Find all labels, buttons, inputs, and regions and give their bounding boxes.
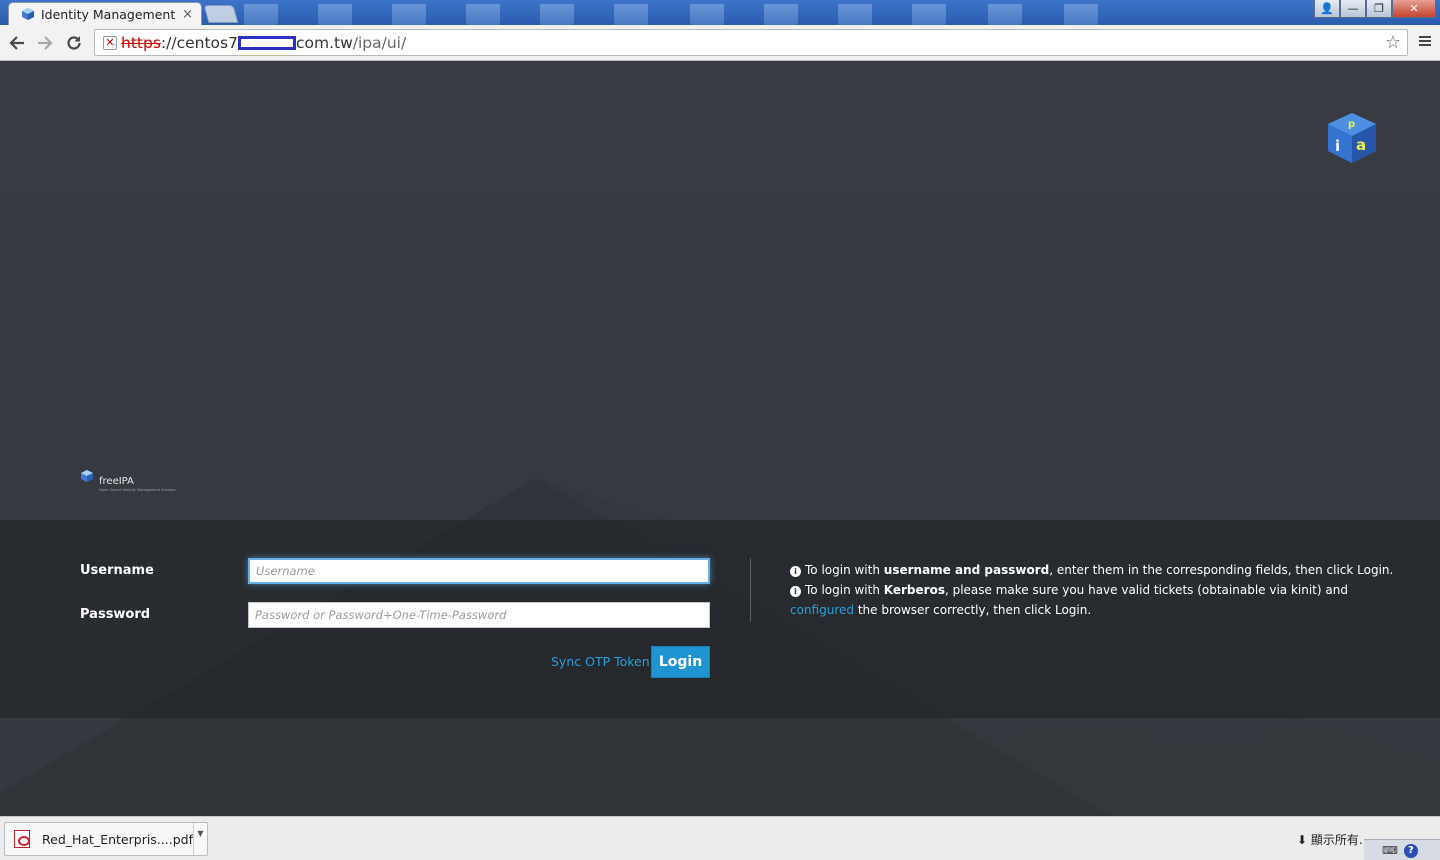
show-all-label: 顯示所有... <box>1310 833 1371 847</box>
help-bold: Kerberos <box>883 583 945 597</box>
back-arrow-icon[interactable] <box>5 31 29 55</box>
window-controls: 👤 — ❐ ✕ <box>1314 0 1436 18</box>
download-arrow-icon: ⬇ <box>1297 833 1308 847</box>
minimize-icon[interactable]: — <box>1340 0 1366 18</box>
address-bar[interactable]: ✕ https://centos7 com.tw/ipa/ui/ ☆ <box>94 29 1408 56</box>
help-line-kerberos: i To login with Kerberos, please make sur… <box>790 580 1400 620</box>
svg-text:a: a <box>1356 136 1366 154</box>
download-filename: Red_Hat_Enterpris....pdf <box>42 831 193 847</box>
background-thumbnail <box>912 4 946 25</box>
svg-text:i: i <box>1335 137 1340 155</box>
freeipa-logo-icon <box>81 470 93 482</box>
window-titlebar: Identity Management × 👤 — ❐ ✕ <box>0 0 1440 25</box>
background-thumbnail <box>392 4 426 25</box>
background-thumbnail <box>318 4 352 25</box>
freeipa-brand: freeIPA Open Source Identity Management … <box>80 469 176 493</box>
background-thumbnail <box>690 4 724 25</box>
help-text: the browser correctly, then click Login. <box>854 603 1092 617</box>
help-icon[interactable]: ? <box>1403 843 1418 858</box>
close-tab-icon[interactable]: × <box>182 7 193 22</box>
pdf-file-icon <box>14 830 30 848</box>
background-thumbnail <box>838 4 872 25</box>
background-thumbnail <box>244 4 278 25</box>
username-label: Username <box>80 563 154 578</box>
login-help-text: i To login with username and password, en… <box>790 560 1400 620</box>
new-tab-button[interactable] <box>203 5 239 23</box>
close-window-icon[interactable]: ✕ <box>1392 0 1436 18</box>
user-icon[interactable]: 👤 <box>1314 0 1340 18</box>
url-separator: :// <box>160 33 177 52</box>
forward-arrow-icon[interactable] <box>33 31 57 55</box>
configured-link[interactable]: configured <box>790 603 854 617</box>
brand-name: freeIPA <box>99 476 134 487</box>
url-scheme: https <box>121 33 161 52</box>
freeipa-login-page: p i a freeIPA Open Source Identity Manag… <box>0 61 1440 816</box>
brand-tagline: Open Source Identity Management Solution <box>99 488 176 492</box>
background-thumbnail <box>764 4 798 25</box>
reload-icon[interactable] <box>62 31 86 55</box>
info-icon: i <box>790 586 801 597</box>
help-bold: username and password <box>883 563 1050 577</box>
system-tray: ⌨ ? <box>1364 839 1440 860</box>
background-thumbnail <box>1064 4 1098 25</box>
vertical-divider <box>750 558 751 622</box>
password-label: Password <box>80 607 151 622</box>
maximize-icon[interactable]: ❐ <box>1366 0 1392 18</box>
help-line-password: i To login with username and password, en… <box>790 560 1400 580</box>
background-thumbnail <box>988 4 1022 25</box>
info-icon: i <box>790 566 801 577</box>
download-item[interactable]: Red_Hat_Enterpris....pdf ▼ <box>4 822 208 856</box>
username-input[interactable] <box>248 558 710 584</box>
chevron-down-icon[interactable]: ▼ <box>193 823 207 855</box>
tab-identity-management[interactable]: Identity Management × <box>8 2 202 25</box>
background-thumbnail <box>540 4 574 25</box>
browser-toolbar: ✕ https://centos7 com.tw/ipa/ui/ ☆ <box>0 25 1440 61</box>
tab-title: Identity Management <box>41 6 176 22</box>
keyboard-icon[interactable]: ⌨ <box>1382 844 1398 857</box>
login-button[interactable]: Login <box>651 646 710 678</box>
svg-text:p: p <box>1348 119 1355 130</box>
redaction-box <box>237 36 296 50</box>
help-text: , enter them in the corresponding fields… <box>1049 563 1394 577</box>
password-input[interactable] <box>248 602 710 628</box>
url-host-end: com.tw <box>295 33 353 52</box>
help-text: To login with <box>805 563 884 577</box>
background-thumbnail <box>466 4 500 25</box>
url-host-start: centos7 <box>176 33 238 52</box>
insecure-lock-icon[interactable]: ✕ <box>103 35 117 50</box>
ipa-cube-logo-icon: p i a <box>1328 113 1376 163</box>
show-all-downloads-link[interactable]: ⬇ 顯示所有... <box>1297 831 1370 848</box>
bookmark-star-icon[interactable]: ☆ <box>1385 32 1401 53</box>
url-path: /ipa/ui/ <box>352 33 407 52</box>
help-text: , please make sure you have valid ticket… <box>944 583 1348 597</box>
menu-icon[interactable] <box>1418 33 1434 52</box>
download-shelf: Red_Hat_Enterpris....pdf ▼ ⬇ 顯示所有... ⌨ ? <box>0 816 1440 860</box>
background-thumbnail <box>614 4 648 25</box>
login-panel: Username Password Sync OTP Token Login i… <box>0 520 1440 718</box>
favicon-icon <box>22 8 34 20</box>
sync-otp-token-link[interactable]: Sync OTP Token <box>551 654 650 669</box>
help-text: To login with <box>805 583 884 597</box>
